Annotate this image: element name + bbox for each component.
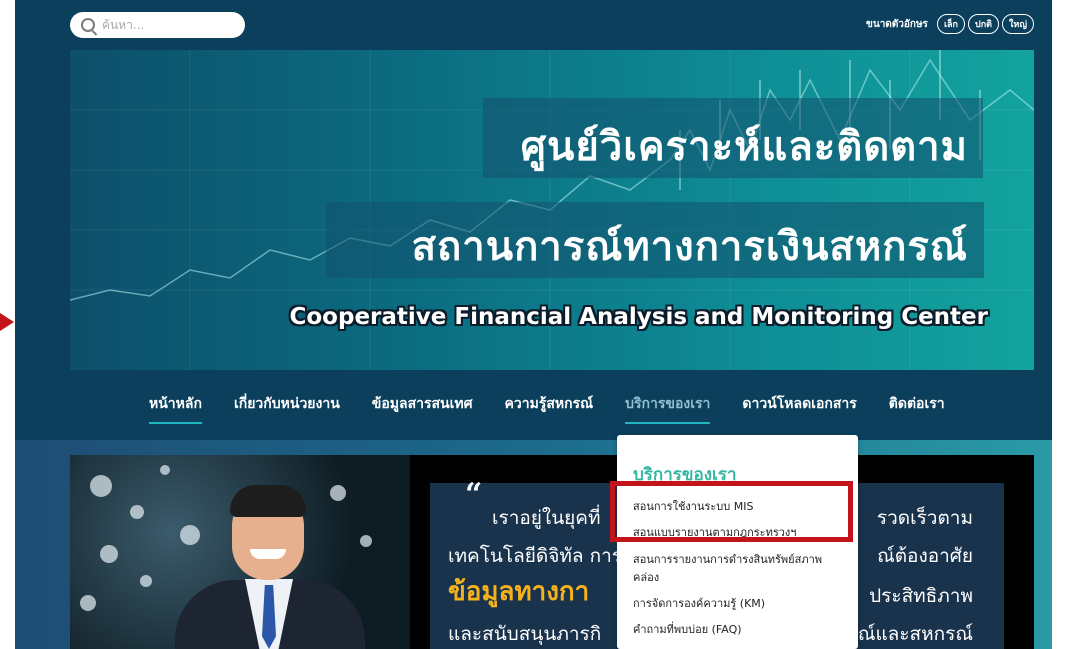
nav-services[interactable]: บริการของเรา bbox=[625, 393, 711, 424]
hero-banner: ศูนย์วิเคราะห์และติดตาม สถานการณ์ทางการเ… bbox=[70, 50, 1034, 370]
quote-line2-right: ณ์ต้องอาศัย bbox=[877, 545, 973, 567]
banner-subtitle: Cooperative Financial Analysis and Monit… bbox=[289, 304, 989, 330]
font-size-label: ขนาดตัวอักษร bbox=[866, 18, 928, 30]
person-smile bbox=[250, 549, 286, 559]
banner-title-line2: สถานการณ์ทางการเงินสหกรณ์ bbox=[411, 224, 968, 270]
page: ขนาดตัวอักษร เล็ก ปกติ ใหญ่ bbox=[15, 0, 1052, 649]
nav-knowledge[interactable]: ความรู้สหกรณ์ bbox=[505, 393, 594, 424]
font-normal-button[interactable]: ปกติ bbox=[967, 14, 999, 34]
quote-line1-right: รวดเร็วตาม bbox=[876, 507, 973, 529]
banner-title-line1: ศูนย์วิเคราะห์และติดตาม bbox=[520, 124, 968, 170]
quote-line4-right: ณ์และสหกรณ์ bbox=[857, 623, 973, 645]
services-dropdown: บริการของเรา สอนการใช้งานระบบ MIS สอนแบบ… bbox=[617, 435, 858, 649]
highlight-box bbox=[610, 481, 853, 542]
person-hair bbox=[230, 485, 306, 517]
font-size-controls: ขนาดตัวอักษร เล็ก ปกติ ใหญ่ bbox=[866, 14, 1034, 34]
quote-mark: “ bbox=[465, 477, 483, 512]
font-small-button[interactable]: เล็ก bbox=[936, 14, 965, 34]
annotation-arrow bbox=[0, 313, 14, 331]
nav-downloads[interactable]: ดาวน์โหลดเอกสาร bbox=[742, 393, 856, 424]
search-box[interactable] bbox=[70, 12, 245, 38]
main-nav: หน้าหลัก เกี่ยวกับหน่วยงาน ข้อมูลสารสนเท… bbox=[149, 393, 945, 424]
search-input[interactable] bbox=[102, 18, 222, 32]
nav-home[interactable]: หน้าหลัก bbox=[149, 393, 202, 424]
dropdown-item-faq[interactable]: คำถามที่พบบ่อย (FAQ) bbox=[633, 621, 845, 639]
quote-line3-right: ประสิทธิภาพ bbox=[869, 585, 973, 607]
quote-line3-left: ข้อมูลทางกา bbox=[448, 577, 590, 607]
nav-contact[interactable]: ติดต่อเรา bbox=[889, 393, 945, 424]
nav-about[interactable]: เกี่ยวกับหน่วยงาน bbox=[234, 393, 340, 424]
font-large-button[interactable]: ใหญ่ bbox=[1002, 14, 1034, 34]
message-banner: “ เราอยู่ในยุคที่ รวดเร็วตาม เทคโนโลยีดิ… bbox=[70, 455, 1034, 649]
quote-line4-left: และสนับสนุนภารกิ bbox=[448, 623, 602, 645]
dropdown-item-liquidity-report[interactable]: สอนการรายงานการดำรงสินทรัพย์สภาพคล่อง bbox=[633, 551, 845, 587]
dropdown-item-km[interactable]: การจัดการองค์ความรู้ (KM) bbox=[633, 595, 845, 613]
quote-line2-left: เทคโนโลยีดิจิทัล การ bbox=[448, 545, 622, 567]
nav-information[interactable]: ข้อมูลสารสนเทศ bbox=[372, 393, 473, 424]
search-icon[interactable] bbox=[81, 18, 95, 32]
quote-line1-left: เราอยู่ในยุคที่ bbox=[492, 507, 601, 529]
